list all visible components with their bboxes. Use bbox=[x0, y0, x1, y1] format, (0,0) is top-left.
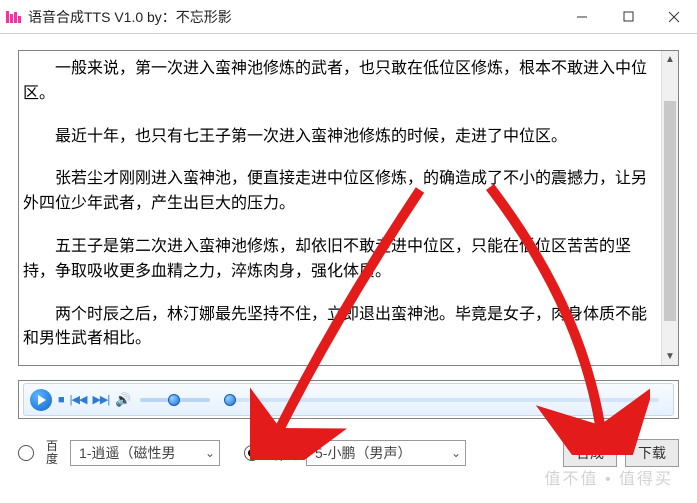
scroll-thumb[interactable] bbox=[664, 101, 676, 321]
paragraph: 最近十年，也只有七王子第一次进入蛮神池修炼的时候，走进了中位区。 bbox=[19, 125, 655, 150]
voice-select-baidu-value: 1-逍遥（磁性男 bbox=[79, 443, 175, 463]
volume-slider[interactable] bbox=[140, 398, 210, 402]
title-bar: 语音合成TTS V1.0 by：不忘形影 bbox=[0, 0, 697, 34]
maximize-button[interactable] bbox=[605, 0, 651, 34]
stop-icon[interactable]: ■ bbox=[58, 394, 64, 406]
radio-xunfei[interactable] bbox=[244, 445, 260, 461]
voice-select-xunfei[interactable]: 5-小鹏（男声） ⌄ bbox=[306, 440, 466, 466]
progress-knob[interactable] bbox=[224, 394, 236, 406]
download-button[interactable]: 下载 bbox=[625, 439, 679, 467]
text-content[interactable]: 一般来说，第一次进入蛮神池修炼的武者，也只敢在低位区修炼，根本不敢进入中位区。 … bbox=[19, 51, 661, 365]
radio-xunfei-label: 讯飞 bbox=[268, 443, 298, 464]
paragraph: 两个时辰之后，林汀娜最先坚持不住，立即退出蛮神池。毕竟是女子，肉身体质不能和男性… bbox=[19, 303, 655, 353]
player-panel: ■ |◀◀ ▶▶| 🔊 bbox=[18, 380, 679, 419]
app-icon bbox=[6, 9, 22, 25]
paragraph: 一般来说，第一次进入蛮神池修炼的武者，也只敢在低位区修炼，根本不敢进入中位区。 bbox=[19, 57, 655, 107]
prev-icon[interactable]: |◀◀ bbox=[70, 393, 87, 406]
close-button[interactable] bbox=[651, 0, 697, 34]
player-controls: ■ |◀◀ ▶▶| 🔊 bbox=[23, 383, 674, 416]
next-icon[interactable]: ▶▶| bbox=[92, 393, 109, 406]
minimize-button[interactable] bbox=[559, 0, 605, 34]
text-panel: 一般来说，第一次进入蛮神池修炼的武者，也只敢在低位区修炼，根本不敢进入中位区。 … bbox=[18, 50, 679, 366]
paragraph: 五王子是第二次进入蛮神池修炼，却依旧不敢走进中位区，只能在低位区苦苦的坚持，争取… bbox=[19, 235, 655, 285]
chevron-down-icon: ⌄ bbox=[205, 446, 215, 460]
synthesize-button[interactable]: 合成 bbox=[563, 439, 617, 467]
paragraph: 张若尘才刚刚进入蛮神池，便直接走进中位区修炼，的确造成了不小的震撼力，让另外四位… bbox=[19, 167, 655, 217]
voice-select-baidu[interactable]: 1-逍遥（磁性男 ⌄ bbox=[70, 440, 220, 466]
progress-slider[interactable] bbox=[224, 398, 659, 402]
voice-select-xunfei-value: 5-小鹏（男声） bbox=[315, 443, 411, 463]
radio-baidu[interactable] bbox=[18, 445, 34, 461]
radio-baidu-label: 百 度 bbox=[42, 440, 62, 466]
play-button[interactable] bbox=[30, 389, 52, 411]
volume-knob[interactable] bbox=[168, 394, 180, 406]
bottom-controls: 百 度 1-逍遥（磁性男 ⌄ 讯飞 5-小鹏（男声） ⌄ 合成 下载 bbox=[18, 432, 679, 474]
chevron-down-icon: ⌄ bbox=[451, 446, 461, 460]
volume-icon[interactable]: 🔊 bbox=[115, 392, 130, 408]
window-title: 语音合成TTS V1.0 by：不忘形影 bbox=[28, 7, 559, 27]
text-scrollbar[interactable]: ▲ ▼ bbox=[661, 51, 678, 365]
scroll-up-icon[interactable]: ▲ bbox=[662, 51, 678, 68]
scroll-down-icon[interactable]: ▼ bbox=[662, 348, 678, 365]
